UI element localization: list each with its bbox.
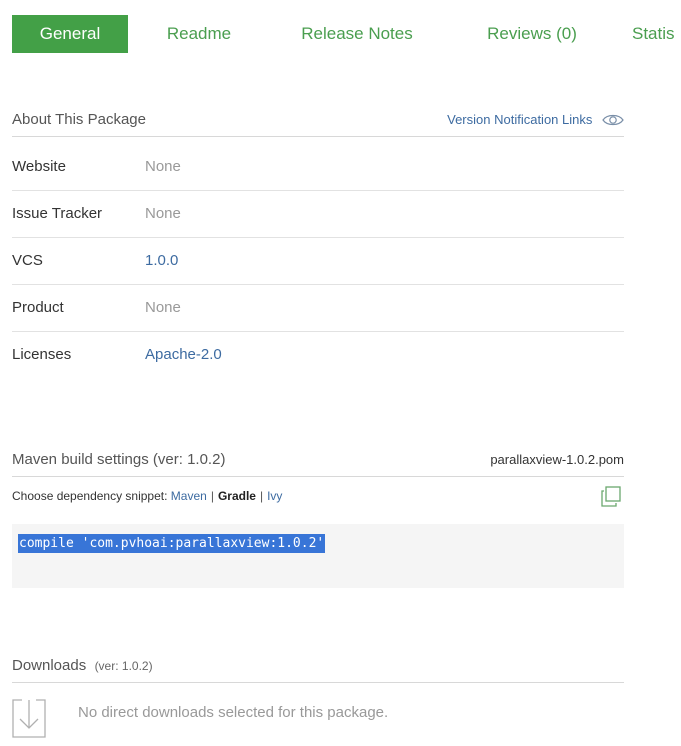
snippet-option-gradle[interactable]: Gradle [218, 489, 256, 503]
no-downloads-message: No direct downloads selected for this pa… [78, 704, 389, 721]
downloads-header: Downloads (ver: 1.0.2) [12, 650, 624, 683]
issue-tracker-value: None [145, 205, 181, 222]
downloads-title: Downloads (ver: 1.0.2) [12, 650, 153, 682]
separator: | [210, 489, 214, 503]
product-label: Product [12, 299, 64, 316]
about-header: About This Package Version Notification … [12, 104, 624, 137]
maven-title: Maven build settings (ver: 1.0.2) [12, 451, 226, 468]
tab-general[interactable]: General [12, 15, 128, 53]
downloads-version: (ver: 1.0.2) [94, 659, 153, 673]
version-notification-link[interactable]: Version Notification Links [447, 104, 624, 136]
licenses-label: Licenses [12, 346, 72, 363]
about-title: About This Package [12, 111, 146, 128]
separator: | [259, 489, 264, 503]
website-value: None [145, 158, 181, 175]
info-row-website: Website None [12, 144, 624, 191]
snippet-chooser-row: Choose dependency snippet: Maven | Gradle |… [12, 486, 624, 512]
snippet-chooser: Choose dependency snippet: Maven | Gradle |… [12, 486, 282, 506]
tab-statistics[interactable]: Statis [632, 15, 681, 53]
about-rows: Website None Issue Tracker None VCS 1.0.… [12, 144, 624, 380]
info-row-issue-tracker: Issue Tracker None [12, 191, 624, 238]
license-link[interactable]: Apache-2.0 [145, 332, 222, 378]
pom-file-link[interactable]: parallaxview-1.0.2.pom [490, 444, 624, 476]
vcs-label: VCS [12, 252, 43, 269]
info-row-vcs: VCS 1.0.0 [12, 238, 624, 285]
package-tabs: General Readme Release Notes Reviews (0)… [12, 15, 681, 53]
vcs-link[interactable]: 1.0.0 [145, 238, 178, 284]
tab-readme[interactable]: Readme [163, 15, 235, 53]
tab-reviews[interactable]: Reviews (0) [477, 15, 587, 53]
product-value: None [145, 299, 181, 316]
download-icon [12, 699, 46, 738]
info-row-licenses: Licenses Apache-2.0 [12, 332, 624, 378]
copy-icon[interactable] [600, 486, 622, 508]
dependency-snippet[interactable]: compile 'com.pvhoai:parallaxview:1.0.2' [18, 534, 326, 553]
snippet-option-ivy[interactable]: Ivy [267, 489, 282, 503]
website-label: Website [12, 158, 66, 175]
tab-release-notes[interactable]: Release Notes [294, 15, 420, 53]
eye-icon[interactable] [602, 113, 624, 127]
dependency-snippet-box[interactable]: compile 'com.pvhoai:parallaxview:1.0.2' [12, 524, 624, 588]
chooser-label: Choose dependency snippet: [12, 489, 168, 503]
downloads-label: Downloads [12, 657, 87, 674]
snippet-option-maven[interactable]: Maven [171, 489, 207, 503]
downloads-body: No direct downloads selected for this pa… [12, 698, 624, 746]
info-row-product: Product None [12, 285, 624, 332]
issue-tracker-label: Issue Tracker [12, 205, 103, 222]
version-notification-label[interactable]: Version Notification Links [447, 112, 592, 127]
maven-header: Maven build settings (ver: 1.0.2) parall… [12, 444, 624, 477]
